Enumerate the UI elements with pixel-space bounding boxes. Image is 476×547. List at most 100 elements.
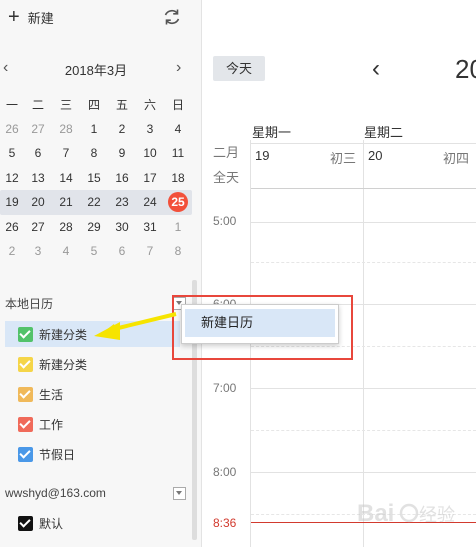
calendar-day[interactable]: 12 [0, 171, 24, 185]
calendar-day[interactable]: 18 [164, 171, 192, 185]
calendar-day[interactable]: 13 [24, 171, 52, 185]
today-marker: 25 [168, 192, 188, 213]
calendar-day[interactable]: 29 [80, 220, 108, 234]
calendar-day[interactable]: 2 [108, 122, 136, 136]
arrow-annotation-icon [94, 312, 177, 340]
calendar-day[interactable]: 8 [80, 146, 108, 160]
calendar-day[interactable]: 17 [136, 171, 164, 185]
calendar-day[interactable]: 7 [52, 146, 80, 160]
category-label: 生活 [39, 387, 64, 402]
checkbox-checked-icon[interactable] [18, 446, 33, 462]
calendar-day[interactable]: 6 [24, 146, 52, 160]
calendar-day[interactable]: 26 [0, 122, 24, 136]
calendar-main: 今天 ‹ 20 星期一 星期二 二月 全天 19 初三 20 初四 5:00 6… [202, 0, 476, 547]
calendar-day[interactable]: 28 [52, 220, 80, 234]
checkbox-checked-icon[interactable] [18, 326, 33, 342]
calendar-day[interactable]: 25 [164, 192, 192, 213]
time-label: 5:00 [213, 214, 237, 228]
category-label: 新建分类 [39, 357, 88, 372]
checkbox-checked-icon[interactable] [18, 386, 33, 402]
calendar-day[interactable]: 16 [108, 171, 136, 185]
allday-separator [251, 188, 476, 189]
plus-icon: + [8, 6, 20, 28]
calendar-day[interactable]: 5 [80, 244, 108, 258]
lunar-date: 初四 [443, 151, 470, 166]
category-label: 默认 [39, 516, 64, 531]
category-item[interactable]: 新建分类 [18, 354, 87, 374]
weekday-label: 日 [171, 97, 184, 112]
weekday-label: 六 [143, 97, 156, 112]
calendar-day[interactable]: 1 [164, 220, 192, 234]
calendar-week-row: 2345678 [0, 239, 192, 264]
category-item[interactable]: 新建分类 [18, 324, 87, 344]
svg-text:Bai: Bai [357, 500, 394, 527]
calendar-day[interactable]: 15 [80, 171, 108, 185]
checkbox-checked-icon[interactable] [18, 416, 33, 432]
half-hour-line [251, 262, 476, 263]
calendar-day[interactable]: 27 [24, 122, 52, 136]
weekday-label: 四 [87, 97, 100, 112]
prev-week-icon[interactable]: ‹ [372, 56, 380, 82]
new-label: 新建 [27, 10, 54, 26]
sidebar: + 新建 ‹ 2018年3月 › 一二三四五六日 26 27 28 1 2 3 4 5 6 7 8 9… [0, 0, 202, 547]
calendar-day[interactable]: 10 [136, 146, 164, 160]
calendar-day[interactable]: 23 [108, 195, 136, 209]
category-label: 节假日 [39, 447, 76, 462]
calendar-day[interactable]: 6 [108, 244, 136, 258]
current-time-label: 8:36 [213, 516, 237, 530]
category-item[interactable]: 节假日 [18, 444, 75, 464]
category-item[interactable]: 默认 [18, 513, 63, 533]
calendar-week-row: 26 27 28 29 30 31 1 [0, 215, 192, 240]
calendar-day[interactable]: 4 [52, 244, 80, 258]
mini-calendar-title: 2018年3月 [64, 63, 128, 78]
calendar-day[interactable]: 21 [52, 195, 80, 209]
calendar-day[interactable]: 14 [52, 171, 80, 185]
account-dropdown-button[interactable] [173, 487, 186, 500]
grid-line [251, 143, 476, 144]
checkbox-checked-icon[interactable] [18, 515, 33, 531]
day-number[interactable]: 19 [255, 148, 269, 163]
calendar-day[interactable]: 7 [136, 244, 164, 258]
calendar-day[interactable]: 20 [24, 195, 52, 209]
weekday-header-tue: 星期二 [364, 125, 404, 140]
calendar-day[interactable]: 27 [24, 220, 52, 234]
refresh-icon[interactable] [162, 7, 182, 27]
calendar-week-row: 5 6 7 8 9 10 11 [0, 141, 192, 166]
weekday-row: 一二三四五六日 [0, 92, 192, 117]
category-label: 新建分类 [39, 327, 88, 342]
mini-calendar-grid: 一二三四五六日 26 27 28 1 2 3 4 5 6 7 8 9 10 11 12 13 14 15 16 17 1… [0, 92, 192, 264]
new-button[interactable]: + 新建 [8, 6, 54, 28]
calendar-day[interactable]: 2 [0, 244, 24, 258]
hour-line [251, 472, 476, 473]
calendar-day[interactable]: 19 [0, 195, 24, 209]
allday-label: 全天 [213, 170, 240, 185]
calendar-day[interactable]: 5 [0, 146, 24, 160]
calendar-day[interactable]: 24 [136, 195, 164, 209]
calendar-day[interactable]: 3 [136, 122, 164, 136]
calendar-day[interactable]: 28 [52, 122, 80, 136]
weekday-label: 二 [31, 97, 44, 112]
calendar-day[interactable]: 3 [24, 244, 52, 258]
current-week-row: 19 20 21 22 23 24 25 [0, 190, 192, 215]
checkbox-checked-icon[interactable] [18, 356, 33, 372]
svg-text:经验: 经验 [419, 505, 455, 526]
calendar-day[interactable]: 11 [164, 146, 192, 160]
calendar-day[interactable]: 31 [136, 220, 164, 234]
calendar-day[interactable]: 1 [80, 122, 108, 136]
grid-line [363, 140, 364, 547]
local-calendar-title: 本地日历 [5, 297, 54, 311]
month-label: 二月 [213, 145, 240, 160]
category-item[interactable]: 生活 [18, 384, 63, 404]
calendar-day[interactable]: 22 [80, 195, 108, 209]
calendar-day[interactable]: 26 [0, 220, 24, 234]
weekday-label: 一 [5, 97, 18, 112]
day-number[interactable]: 20 [368, 148, 382, 163]
calendar-day[interactable]: 8 [164, 244, 192, 258]
next-month-icon[interactable]: › [176, 58, 181, 78]
calendar-day[interactable]: 30 [108, 220, 136, 234]
calendar-day[interactable]: 9 [108, 146, 136, 160]
calendar-week-row: 26 27 28 1 2 3 4 [0, 117, 192, 142]
calendar-day[interactable]: 4 [164, 122, 192, 136]
today-button[interactable]: 今天 [213, 56, 265, 81]
category-item[interactable]: 工作 [18, 414, 63, 434]
